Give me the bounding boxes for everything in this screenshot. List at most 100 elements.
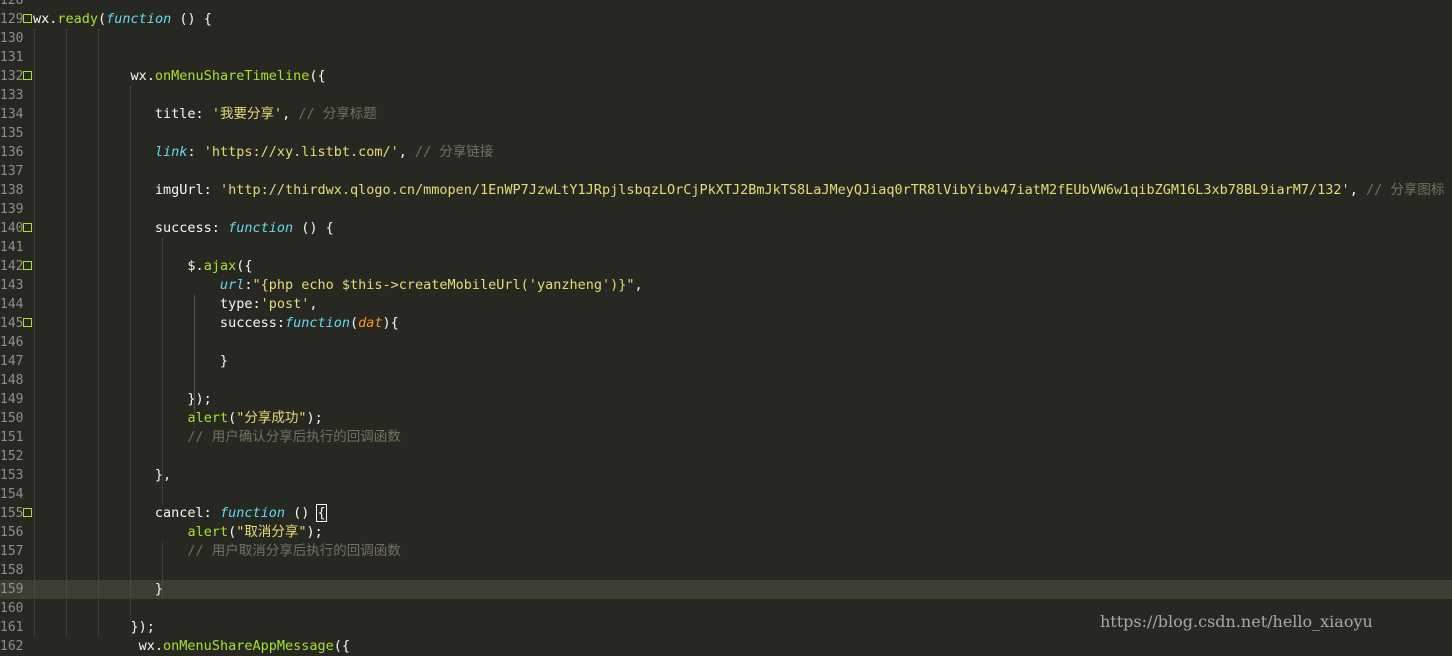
code-token: cancel: [33,505,220,521]
indent-guide [194,295,195,428]
code-text: link: 'https://xy.listbt.com/', // 分享链接 [33,143,494,162]
line-number: 129 [0,12,24,27]
code-line[interactable]: 130 [0,29,1452,48]
code-token: url [33,277,245,293]
code-token: "取消分享" [236,524,307,540]
fold-marker-icon[interactable] [23,318,32,327]
code-token: function [228,220,294,236]
code-text: title: '我要分享', // 分享标题 [33,105,377,124]
line-number: 132 [0,69,24,84]
code-line[interactable]: 162 wx.onMenuShareAppMessage({ [0,637,1452,656]
code-line[interactable]: 146 [0,333,1452,352]
code-line[interactable]: 133 [0,86,1452,105]
code-line[interactable]: 131 [0,48,1452,67]
code-line[interactable]: 138 imgUrl: 'http://thirdwx.qlogo.cn/mmo… [0,181,1452,200]
code-line[interactable]: 156 alert("取消分享"); [0,523,1452,542]
line-number: 151 [0,430,24,445]
indent-guide [162,238,163,504]
code-token: }); [33,391,212,407]
code-line[interactable]: 151 // 用户确认分享后执行的回调函数 [0,428,1452,447]
code-line[interactable]: 135 [0,124,1452,143]
code-text: }, [33,466,171,485]
code-line[interactable]: 137 [0,162,1452,181]
code-token: // 分享标题 [298,106,377,122]
code-line[interactable]: 139 [0,200,1452,219]
code-line[interactable]: 148 [0,371,1452,390]
line-number: 140 [0,221,24,236]
code-token: type: [33,296,261,312]
fold-marker-icon[interactable] [23,508,32,517]
code-line[interactable]: 134 title: '我要分享', // 分享标题 [0,105,1452,124]
line-number: 134 [0,107,24,122]
code-token: ){ [382,315,399,331]
code-editor[interactable]: 128 129 wx.ready(function () {130 131 132 wx… [0,0,1452,654]
code-line[interactable]: 128 [0,0,1452,10]
code-text: type:'post', [33,295,318,314]
code-line[interactable]: 144 type:'post', [0,295,1452,314]
code-line[interactable]: 147 } [0,352,1452,371]
line-number: 139 [0,202,24,217]
code-line[interactable]: 149 }); [0,390,1452,409]
code-token: ({ [236,258,253,274]
code-line[interactable]: 143 url:"{php echo $this->createMobileUr… [0,276,1452,295]
line-number: 154 [0,487,24,502]
code-line[interactable]: 141 [0,238,1452,257]
code-line[interactable]: 155 cancel: function () { [0,504,1452,523]
code-text: // 用户取消分享后执行的回调函数 [33,542,400,561]
code-line[interactable]: 142 $.ajax({ [0,257,1452,276]
code-text: alert("分享成功"); [33,409,322,428]
code-token: , [1349,182,1366,198]
code-token: () [284,505,318,521]
fold-marker-icon[interactable] [23,223,32,232]
code-token: "{php echo $this->createMobileUrl('yanzh… [252,277,635,293]
line-number: 138 [0,183,24,198]
code-token: ); [306,524,323,540]
line-number: 147 [0,354,24,369]
code-token: ( [98,11,107,27]
code-token: title: [33,106,212,122]
code-line[interactable]: 152 [0,447,1452,466]
line-number: 136 [0,145,24,160]
code-line[interactable]: 140 success: function () { [0,219,1452,238]
code-token: // 分享图标 [1365,182,1445,198]
code-line[interactable]: 145 success:function(dat){ [0,314,1452,333]
code-line[interactable]: 150 alert("分享成功"); [0,409,1452,428]
code-token: }, [33,467,172,483]
code-line[interactable]: 158 [0,561,1452,580]
code-token: imgUrl: [33,182,220,198]
fold-marker-icon[interactable] [23,261,32,270]
line-number: 150 [0,411,24,426]
code-line[interactable]: 157 // 用户取消分享后执行的回调函数 [0,542,1452,561]
line-number: 162 [0,639,24,654]
code-token: , [634,277,643,293]
code-text: success: function () { [33,219,334,238]
indent-guide [66,29,67,637]
code-token: // 分享链接 [415,144,494,160]
fold-marker-icon[interactable] [23,14,32,23]
code-line[interactable]: 159 } [0,580,1452,599]
code-line[interactable]: 129 wx.ready(function () { [0,10,1452,29]
code-token: function [106,11,172,27]
code-token: onMenuShareAppMessage [163,638,334,654]
indent-guide [162,542,163,599]
line-number: 130 [0,31,24,46]
code-token: : [187,144,204,160]
line-number: 137 [0,164,24,179]
watermark: https://blog.csdn.net/hello_xiaoyu [1100,612,1373,631]
code-text: wx.onMenuShareAppMessage({ [33,637,350,656]
line-number: 145 [0,316,24,331]
code-line[interactable]: 132 wx.onMenuShareTimeline({ [0,67,1452,86]
line-number: 149 [0,392,24,407]
code-line[interactable]: 154 [0,485,1452,504]
line-number: 156 [0,525,24,540]
indent-guide [34,29,35,637]
code-token: function [284,315,350,331]
indent-guide [130,86,131,618]
code-line[interactable]: 136 link: 'https://xy.listbt.com/', // 分… [0,143,1452,162]
code-text: wx.onMenuShareTimeline({ [33,67,326,86]
code-line[interactable]: 153 }, [0,466,1452,485]
code-token: }); [33,619,155,635]
fold-marker-icon[interactable] [23,71,32,80]
